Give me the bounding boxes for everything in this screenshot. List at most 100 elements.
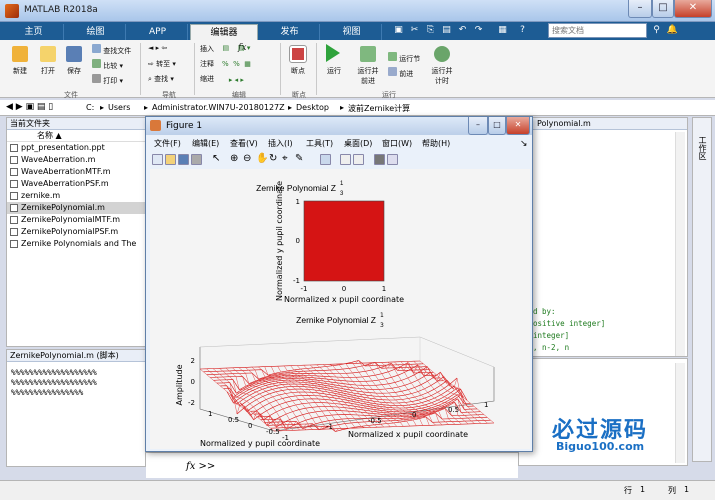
paste-icon[interactable]: ▤ <box>440 24 453 37</box>
find-button[interactable]: ⌕ 查找 ▾ <box>148 74 174 84</box>
indent-button[interactable]: 缩进 <box>200 74 214 84</box>
run-icon[interactable] <box>326 44 340 62</box>
run-advance-button[interactable]: 运行并 前进 <box>352 66 384 86</box>
tab-editor[interactable]: 编辑器 <box>190 24 258 40</box>
back-forward-icons[interactable]: ◄ ▸ ⇦ <box>148 44 167 52</box>
file-list-item[interactable]: Zernike Polynomials and The <box>7 238 146 250</box>
show-tools-icon[interactable] <box>387 154 398 165</box>
open-folder-icon[interactable] <box>40 46 56 62</box>
menu-tools[interactable]: 工具(T) <box>306 137 333 151</box>
breakpoints-icon[interactable] <box>289 45 307 63</box>
minimize-button[interactable]: – <box>628 0 652 18</box>
open-file-icon[interactable] <box>165 154 176 165</box>
workspace-side-panel[interactable]: 工作区 <box>692 117 712 462</box>
save-quick-icon[interactable]: ▣ <box>392 24 405 37</box>
figure-close-button[interactable]: ✕ <box>506 117 530 135</box>
print-button[interactable]: 打印 ▾ <box>92 74 123 86</box>
link-plot-icon[interactable] <box>320 154 331 165</box>
path-segment[interactable]: Users <box>108 103 130 112</box>
tab-publish[interactable]: 发布 <box>260 24 320 40</box>
path-segment[interactable]: Administrator.WIN7U-20180127Z <box>152 103 285 112</box>
menu-desktop[interactable]: 桌面(D) <box>344 137 372 151</box>
goto-button[interactable]: ⇨ 转至 ▾ <box>148 59 176 69</box>
name-column-header[interactable]: 名称 ▲ <box>7 130 145 142</box>
find-files-button[interactable]: 查找文件 <box>92 44 131 56</box>
tab-home[interactable]: 主页 <box>4 24 64 40</box>
figure-toolbar: ↖ ⊕ ⊖ ✋ ↻ ⌖ ✎ <box>150 153 530 168</box>
colorbar-icon[interactable] <box>340 154 351 165</box>
run-time-icon[interactable] <box>434 46 450 62</box>
figure-canvas[interactable]: Zernike Polynomial Z 1 3 1 0 -1 -1 0 1 N… <box>150 169 530 449</box>
new-button[interactable]: 新建 <box>6 66 34 76</box>
breakpoints-button[interactable]: 断点 <box>284 66 312 76</box>
workspace-scrollbar[interactable] <box>675 363 685 463</box>
insert-button[interactable]: 插入 <box>200 44 214 54</box>
search-input[interactable]: 搜索文档 <box>548 23 647 38</box>
menu-dock-icon[interactable]: ↘ <box>520 137 528 151</box>
run-button[interactable]: 运行 <box>320 66 348 76</box>
search-icon[interactable]: ⚲ <box>650 24 663 37</box>
copy-icon[interactable]: ⎘ <box>424 24 437 37</box>
new-figure-icon[interactable] <box>152 154 163 165</box>
menu-view[interactable]: 查看(V) <box>230 137 258 151</box>
save-button[interactable]: 保存 <box>60 66 88 76</box>
run-advance-icon[interactable] <box>360 46 376 62</box>
tab-apps[interactable]: APP <box>128 24 188 40</box>
print-figure-icon[interactable] <box>191 154 202 165</box>
path-segment[interactable]: C: <box>86 103 94 112</box>
run-section-button[interactable]: 运行节 <box>388 52 420 64</box>
file-list-item[interactable]: WaveAberrationMTF.m <box>7 166 146 178</box>
close-button[interactable]: ✕ <box>674 0 712 18</box>
layout-icon[interactable]: ▦ <box>496 24 509 37</box>
pan-icon[interactable]: ✋ <box>256 154 268 165</box>
hide-tools-icon[interactable] <box>374 154 385 165</box>
menu-window[interactable]: 窗口(W) <box>382 137 412 151</box>
brush-icon[interactable]: ✎ <box>295 154 306 165</box>
file-list-item[interactable]: ZernikePolynomialPSF.m <box>7 226 146 238</box>
tab-view[interactable]: 视图 <box>322 24 382 40</box>
save-figure-icon[interactable] <box>178 154 189 165</box>
file-list-item[interactable]: ppt_presentation.ppt <box>7 142 146 154</box>
menu-edit[interactable]: 编辑(E) <box>192 137 219 151</box>
file-list-item[interactable]: zernike.m <box>7 190 146 202</box>
file-list-item[interactable]: ZernikePolynomialMTF.m <box>7 214 146 226</box>
comment-button[interactable]: 注释 <box>200 59 214 69</box>
menu-help[interactable]: 帮助(H) <box>422 137 450 151</box>
editor-panel[interactable]: Polynomial.m d by: ositive integer] inte… <box>518 117 688 357</box>
new-icon[interactable] <box>12 46 28 62</box>
legend-icon[interactable] <box>353 154 364 165</box>
undo-icon[interactable]: ↶ <box>456 24 469 37</box>
command-window[interactable]: fx >> <box>146 452 518 478</box>
edit-tools-icons[interactable]: ▤ ▤ ▾% % ▦ ▸ ◂ ▸ <box>222 44 251 84</box>
zoom-out-icon[interactable]: ⊖ <box>243 154 254 165</box>
editor-scrollbar[interactable] <box>675 132 685 356</box>
file-list-item[interactable]: WaveAberrationPSF.m <box>7 178 146 190</box>
data-cursor-icon[interactable]: ⌖ <box>282 154 293 165</box>
open-button[interactable]: 打开 <box>34 66 62 76</box>
editor-tab[interactable]: Polynomial.m <box>519 118 687 130</box>
file-list-item[interactable]: ZernikePolynomial.m <box>7 202 146 214</box>
tab-plots[interactable]: 绘图 <box>66 24 126 40</box>
run-time-button[interactable]: 运行并 计时 <box>426 66 458 86</box>
compare-button[interactable]: 比较 ▾ <box>92 59 123 71</box>
advance-button[interactable]: 前进 <box>388 67 413 79</box>
figure-minimize-button[interactable]: – <box>468 117 488 135</box>
pointer-icon[interactable]: ↖ <box>212 154 223 165</box>
nav-arrows-icon[interactable]: ◀ ▶ ▣ ▤ ▯ <box>6 102 53 112</box>
file-list-item[interactable]: WaveAberration.m <box>7 154 146 166</box>
cut-icon[interactable]: ✂ <box>408 24 421 37</box>
rotate-icon[interactable]: ↻ <box>269 154 280 165</box>
maximize-button[interactable]: □ <box>652 0 674 18</box>
redo-icon[interactable]: ↷ <box>472 24 485 37</box>
path-segment[interactable]: Desktop <box>296 103 329 112</box>
zoom-in-icon[interactable]: ⊕ <box>230 154 241 165</box>
address-bar[interactable]: ◀ ▶ ▣ ▤ ▯ C: ▸ Users ▸ Administrator.WIN… <box>0 100 715 116</box>
menu-insert[interactable]: 插入(I) <box>268 137 293 151</box>
path-segment[interactable]: 波前Zernike计算 <box>348 103 410 114</box>
figure-window[interactable]: Figure 1 – □ ✕ 文件(F) 编辑(E) 查看(V) 插入(I) 工… <box>145 116 533 452</box>
notification-icon[interactable]: 🔔 <box>666 24 679 37</box>
menu-file[interactable]: 文件(F) <box>154 137 181 151</box>
save-icon[interactable] <box>66 46 82 62</box>
figure-maximize-button[interactable]: □ <box>488 117 506 135</box>
help-icon[interactable]: ? <box>516 24 529 37</box>
